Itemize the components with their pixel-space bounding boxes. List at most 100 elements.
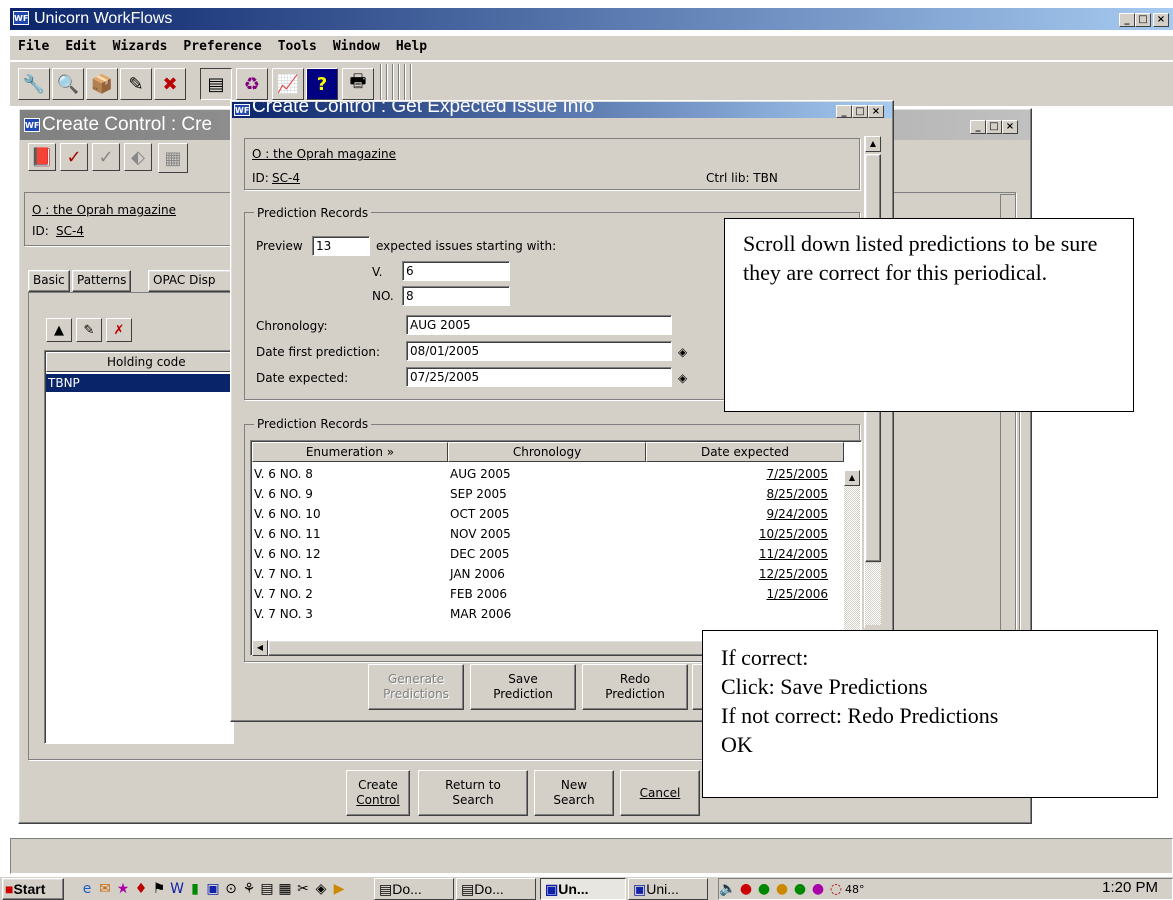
- back-id-value[interactable]: SC-4: [56, 223, 84, 239]
- ie-icon[interactable]: e: [78, 879, 96, 899]
- tray-app3-icon[interactable]: ●: [773, 879, 791, 899]
- menu-tools[interactable]: Tools: [270, 36, 325, 58]
- prediction-row[interactable]: V. 6 NO. 8 AUG 2005 7/25/2005: [252, 464, 842, 484]
- menu-wizards[interactable]: Wizards: [105, 36, 176, 58]
- start-button[interactable]: ■Start: [2, 878, 64, 900]
- chronology-header[interactable]: Chronology: [448, 442, 646, 462]
- tab-opac-display[interactable]: OPAC Disp: [148, 270, 238, 292]
- save-prediction-button[interactable]: Save Prediction: [470, 664, 576, 710]
- check-edit-icon[interactable]: ✓: [60, 143, 88, 171]
- date-cell[interactable]: 9/24/2005: [766, 504, 828, 524]
- minimize-button[interactable]: _: [1119, 13, 1135, 27]
- enumeration-header[interactable]: Enumeration »: [252, 442, 448, 462]
- back-minimize-button[interactable]: _: [970, 120, 986, 134]
- date-expected-input[interactable]: 07/25/2005: [406, 367, 672, 387]
- checkin-icon[interactable]: 🔧: [18, 68, 50, 100]
- diamond-icon[interactable]: ◈: [312, 879, 330, 899]
- prediction-row[interactable]: V. 6 NO. 12 DEC 2005 11/24/2005: [252, 544, 842, 564]
- tray-app6-icon[interactable]: ◌: [827, 879, 845, 899]
- back-close-button[interactable]: ×: [1002, 120, 1018, 134]
- maximize-button[interactable]: □: [1135, 13, 1151, 27]
- edit-item-icon[interactable]: ✎: [120, 68, 152, 100]
- tab-basic[interactable]: Basic: [28, 270, 70, 292]
- weather-temp[interactable]: 48°: [845, 880, 865, 900]
- menu-preference[interactable]: Preference: [175, 36, 269, 58]
- tray-app2-icon[interactable]: ●: [755, 879, 773, 899]
- dialog-record-title[interactable]: O : the Oprah magazine: [252, 146, 396, 162]
- star-icon[interactable]: ★: [114, 879, 132, 899]
- date-first-input[interactable]: 08/01/2005: [406, 341, 672, 361]
- holding-code-header[interactable]: Holding code: [46, 352, 234, 372]
- edit-holding-icon[interactable]: ✎: [76, 318, 102, 342]
- prediction-row[interactable]: V. 7 NO. 2 FEB 2006 1/25/2006: [252, 584, 842, 604]
- chart-icon[interactable]: ▮: [186, 879, 204, 899]
- taskbar-task-doc2[interactable]: ▤Do...: [456, 878, 536, 900]
- search-user-icon[interactable]: 🔍: [52, 68, 84, 100]
- back-record-title[interactable]: O : the Oprah magazine: [32, 202, 176, 218]
- date-expected-header[interactable]: Date expected: [646, 442, 844, 462]
- date-cell[interactable]: 10/25/2005: [759, 524, 828, 544]
- prediction-row[interactable]: V. 6 NO. 9 SEP 2005 8/25/2005: [252, 484, 842, 504]
- date-cell[interactable]: 7/25/2005: [766, 464, 828, 484]
- cancel-button[interactable]: Cancel: [620, 770, 700, 816]
- help-icon[interactable]: ?: [306, 68, 338, 100]
- date-cell[interactable]: 11/24/2005: [759, 544, 828, 564]
- holding-row[interactable]: TBNP: [46, 374, 234, 392]
- menu-file[interactable]: File: [10, 36, 57, 58]
- volume-icon[interactable]: 🔈: [719, 879, 737, 899]
- tab-patterns[interactable]: Patterns: [72, 270, 132, 292]
- dialog-id-value[interactable]: SC-4: [272, 170, 300, 186]
- menu-help[interactable]: Help: [388, 36, 435, 58]
- dialog-maximize-button[interactable]: □: [852, 105, 868, 118]
- clock[interactable]: 1:20 PM: [1102, 879, 1158, 896]
- tray-app4-icon[interactable]: ●: [791, 879, 809, 899]
- item-icon[interactable]: 📦: [86, 68, 118, 100]
- app2-icon[interactable]: ⚑: [150, 879, 168, 899]
- play-icon[interactable]: ▶: [330, 879, 348, 899]
- menu-edit[interactable]: Edit: [57, 36, 104, 58]
- grid-hscroll-thumb[interactable]: [268, 640, 728, 656]
- word-icon[interactable]: W: [168, 879, 186, 899]
- prediction-row[interactable]: V. 7 NO. 3 MAR 2006: [252, 604, 842, 624]
- return-to-search-button[interactable]: Return to Search: [418, 770, 528, 816]
- prediction-row[interactable]: V. 6 NO. 11 NOV 2005 10/25/2005: [252, 524, 842, 544]
- tray-app5-icon[interactable]: ●: [809, 879, 827, 899]
- chronology-input[interactable]: AUG 2005: [406, 315, 672, 335]
- remove-holding-icon[interactable]: ✗: [106, 318, 132, 342]
- close-button[interactable]: ×: [1153, 13, 1169, 27]
- grid-scroll-left[interactable]: ◀: [252, 640, 268, 656]
- redo-prediction-button[interactable]: Redo Prediction: [582, 664, 688, 710]
- reports-icon[interactable]: 📈: [272, 68, 304, 100]
- grid-scroll-up[interactable]: ▲: [844, 470, 860, 486]
- add-holding-icon[interactable]: ▲: [46, 318, 72, 342]
- doc-icon[interactable]: ▤: [258, 879, 276, 899]
- dialog-scroll-up[interactable]: ▲: [865, 136, 881, 152]
- copy-icon[interactable]: ⬖: [124, 143, 152, 171]
- monitor-icon[interactable]: ▣: [204, 879, 222, 899]
- calc-icon[interactable]: ▦: [276, 879, 294, 899]
- tool-icon[interactable]: ✂: [294, 879, 312, 899]
- dialog-close-button[interactable]: ×: [868, 105, 884, 118]
- date-cell[interactable]: 1/25/2006: [766, 584, 828, 604]
- copy-pages-icon[interactable]: ▦: [158, 143, 188, 173]
- circulation-icon[interactable]: ♻: [236, 68, 268, 100]
- grid-vscroll[interactable]: [844, 470, 860, 640]
- date-expected-calendar-icon[interactable]: ◈: [678, 370, 687, 386]
- taskbar-task-unicorn1[interactable]: ▣Un...: [540, 878, 626, 900]
- date-first-calendar-icon[interactable]: ◈: [678, 344, 687, 360]
- search2-icon[interactable]: ⊙: [222, 879, 240, 899]
- dialog-minimize-button[interactable]: _: [836, 105, 852, 118]
- print-icon[interactable]: 🖶: [342, 68, 374, 100]
- date-cell[interactable]: 12/25/2005: [759, 564, 828, 584]
- taskbar-task-unicorn2[interactable]: ▣Uni...: [628, 878, 708, 900]
- new-search-button[interactable]: New Search: [534, 770, 614, 816]
- app-icon[interactable]: ♦: [132, 879, 150, 899]
- number-input[interactable]: 8: [402, 286, 510, 306]
- preview-count-input[interactable]: 13: [312, 236, 370, 256]
- prediction-row[interactable]: V. 6 NO. 10 OCT 2005 9/24/2005: [252, 504, 842, 524]
- delete-item-icon[interactable]: ✖: [154, 68, 186, 100]
- date-cell[interactable]: 8/25/2005: [766, 484, 828, 504]
- back-maximize-button[interactable]: □: [986, 120, 1002, 134]
- book-icon[interactable]: 📕: [28, 143, 56, 171]
- tray-app1-icon[interactable]: ●: [737, 879, 755, 899]
